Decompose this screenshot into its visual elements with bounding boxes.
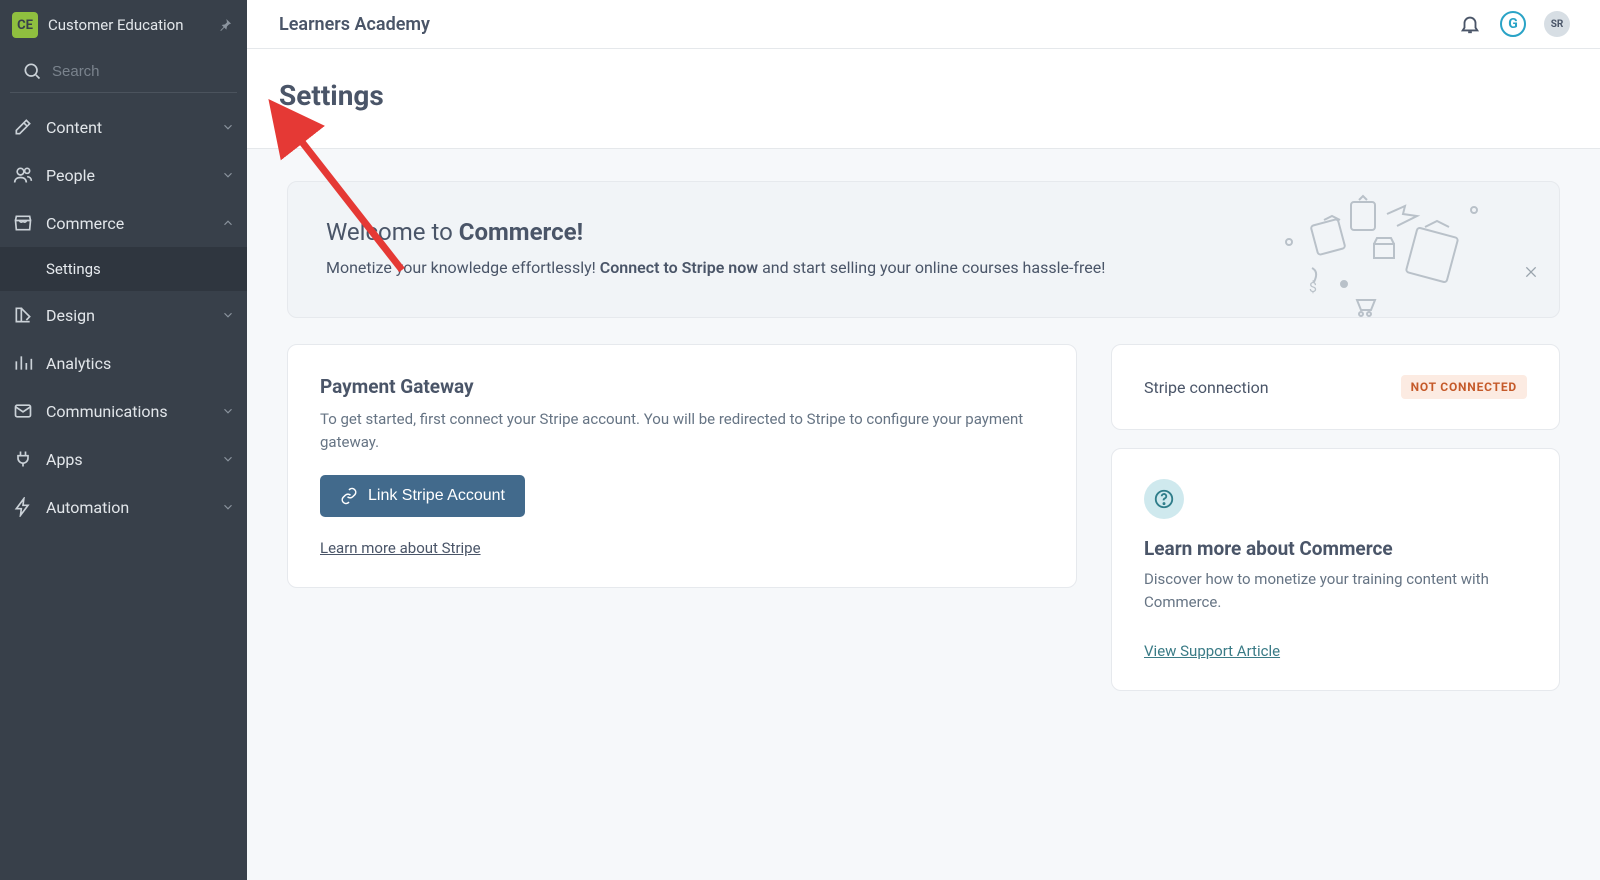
bell-icon (1459, 13, 1481, 35)
main: Learners Academy G SR Settings Welcome t… (247, 0, 1600, 880)
mail-icon (12, 400, 34, 422)
page-title: Settings (279, 79, 1568, 112)
org-name: Customer Education (48, 16, 205, 34)
chevron-up-icon (221, 216, 235, 230)
swatch-icon (12, 304, 34, 326)
button-label: Link Stripe Account (368, 487, 505, 505)
avatar[interactable]: SR (1544, 11, 1570, 37)
sidebar-item-commerce-settings[interactable]: Settings (0, 247, 247, 291)
learn-desc: Discover how to monetize your training c… (1144, 568, 1527, 615)
chevron-down-icon (221, 168, 235, 182)
page-header: Settings (247, 49, 1600, 149)
svg-text:$: $ (1309, 279, 1317, 296)
chevron-down-icon (221, 308, 235, 322)
connection-label: Stripe connection (1144, 378, 1269, 397)
store-icon (12, 212, 34, 234)
content: Welcome to Commerce! Monetize your knowl… (247, 149, 1600, 880)
sidebar-item-commerce[interactable]: Commerce (0, 199, 247, 247)
bolt-icon (12, 496, 34, 518)
sidebar-item-label: Content (46, 118, 102, 137)
notifications-button[interactable] (1458, 12, 1482, 36)
sidebar-sub-commerce: Settings (0, 247, 247, 291)
sidebar-item-analytics[interactable]: Analytics (0, 339, 247, 387)
gateway-desc: To get started, first connect your Strip… (320, 408, 1044, 455)
chevron-down-icon (221, 404, 235, 418)
view-support-article-link[interactable]: View Support Article (1144, 642, 1280, 660)
sidebar-item-communications[interactable]: Communications (0, 387, 247, 435)
close-banner-button[interactable] (1523, 264, 1539, 280)
learn-title: Learn more about Commerce (1144, 537, 1527, 560)
sidebar-item-label: Apps (46, 450, 83, 469)
org-switcher[interactable]: CE Customer Education (0, 0, 247, 50)
connection-status-badge: NOT CONNECTED (1401, 375, 1527, 399)
sidebar-item-label: Automation (46, 498, 129, 517)
sidebar-nav: Content People (0, 93, 247, 531)
sidebar-item-label: Communications (46, 402, 168, 421)
welcome-banner: Welcome to Commerce! Monetize your knowl… (287, 181, 1560, 318)
pin-icon[interactable] (215, 15, 235, 35)
gateway-title: Payment Gateway (320, 375, 1044, 398)
learn-stripe-link[interactable]: Learn more about Stripe (320, 539, 481, 557)
sidebar-item-label: Design (46, 306, 95, 325)
sidebar-item-automation[interactable]: Automation (0, 483, 247, 531)
banner-illustration: $ (1279, 192, 1489, 342)
topbar: Learners Academy G SR (247, 0, 1600, 49)
org-badge: CE (12, 12, 38, 38)
sidebar-item-apps[interactable]: Apps (0, 435, 247, 483)
sidebar-item-people[interactable]: People (0, 151, 247, 199)
people-icon (12, 164, 34, 186)
plug-icon (12, 448, 34, 470)
link-stripe-button[interactable]: Link Stripe Account (320, 475, 525, 517)
chevron-down-icon (221, 500, 235, 514)
chevron-down-icon (221, 452, 235, 466)
sidebar-item-label: People (46, 166, 95, 185)
pencil-icon (12, 116, 34, 138)
chart-icon (12, 352, 34, 374)
link-icon (340, 487, 358, 505)
sidebar: CE Customer Education Content (0, 0, 247, 880)
chevron-down-icon (221, 120, 235, 134)
search-input[interactable] (52, 63, 251, 80)
stripe-connection-card: Stripe connection NOT CONNECTED (1111, 344, 1560, 430)
learn-commerce-card: Learn more about Commerce Discover how t… (1111, 448, 1560, 691)
banner-title: Welcome to Commerce! (326, 218, 1329, 246)
sidebar-item-label: Commerce (46, 214, 124, 233)
sidebar-search (10, 50, 237, 93)
payment-gateway-card: Payment Gateway To get started, first co… (287, 344, 1077, 588)
sidebar-item-label: Analytics (46, 354, 111, 373)
app-title: Learners Academy (279, 14, 430, 35)
close-icon (1523, 264, 1539, 280)
banner-desc: Monetize your knowledge effortlessly! Co… (326, 258, 1329, 277)
sidebar-item-design[interactable]: Design (0, 291, 247, 339)
sidebar-item-content[interactable]: Content (0, 103, 247, 151)
search-icon (22, 60, 42, 82)
integration-badge[interactable]: G (1500, 11, 1526, 37)
help-icon (1144, 479, 1184, 519)
